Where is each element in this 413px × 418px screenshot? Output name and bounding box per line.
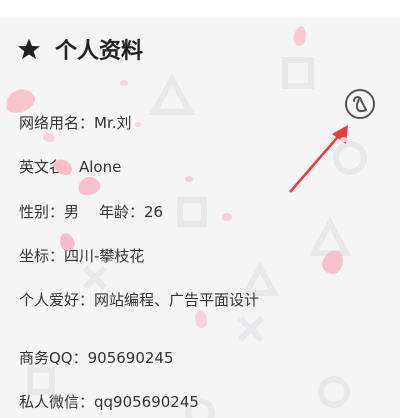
petal-decoration	[222, 213, 232, 221]
petal-decoration	[135, 122, 141, 127]
petal-decoration	[120, 80, 128, 86]
gender-value: 性别：男	[19, 203, 80, 221]
petal-decoration	[185, 176, 193, 182]
petal-decoration	[340, 137, 348, 142]
wechat-row: 私人微信：qq905690245	[19, 393, 199, 411]
location-row: 坐标：四川-攀枝花	[19, 247, 145, 265]
gender-age-row: 性别：男 年龄：26	[19, 201, 163, 222]
profile-card: 个人资料 网络用名：Mr.刘 英文名：Alone 性别：男年龄：26 坐标：四川…	[0, 18, 400, 418]
section-header: 个人资料	[17, 34, 143, 64]
hobbies-row: 个人爱好：网站编程、广告平面设计	[19, 291, 260, 309]
star-icon	[18, 38, 40, 59]
age-value: 年龄：26	[99, 203, 164, 221]
red-arrow-annotation	[289, 125, 348, 193]
scrollbar-track[interactable]	[400, 18, 413, 418]
nickname-row: 网络用名：Mr.刘	[19, 114, 132, 132]
link-circle-icon[interactable]	[344, 88, 376, 120]
page-title: 个人资料	[55, 39, 144, 64]
qq-row: 商务QQ：905690245	[19, 349, 174, 367]
